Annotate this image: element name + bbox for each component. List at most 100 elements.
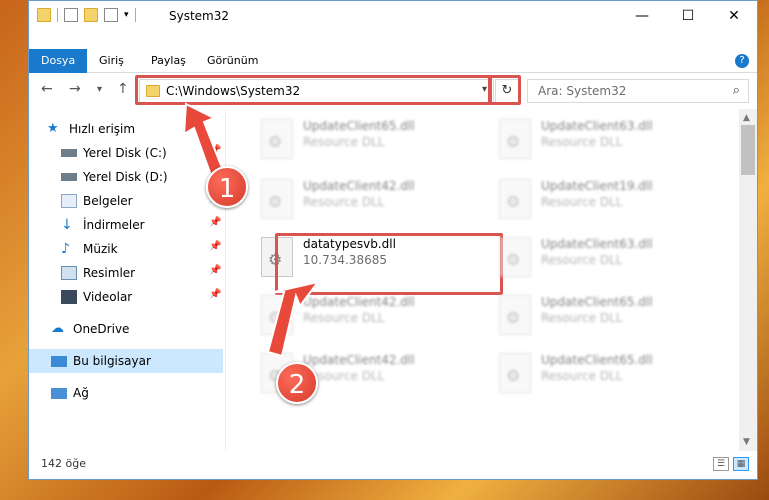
customize-icon[interactable] [104,8,118,22]
chevron-down-icon[interactable]: ▾ [124,10,129,20]
recent-locations-button[interactable]: ▾ [97,84,102,95]
gear-icon: ⚙ [506,366,521,385]
up-button[interactable]: ↑ [117,81,129,97]
sidebar-item-label: Videolar [83,290,133,304]
file-description: Resource DLL [541,195,623,209]
download-icon: ↓ [61,217,73,233]
sidebar-item-resimler[interactable]: Resimler [61,261,135,285]
list-item[interactable]: ⚙ UpdateClient65.dll Resource DLL [487,287,717,343]
list-item[interactable]: ⚙ UpdateClient42.dll Resource DLL [249,171,479,227]
tab-paylas[interactable]: Paylaş [139,49,198,73]
sidebar-item-label: OneDrive [73,322,130,336]
file-name: UpdateClient63.dll [541,119,653,133]
list-item[interactable]: ⚙ UpdateClient65.dll Resource DLL [249,111,479,167]
file-name: UpdateClient42.dll [303,353,415,367]
file-description: Resource DLL [541,135,623,149]
file-highlight-box [275,233,503,295]
pin-icon[interactable]: 📌 [209,265,221,276]
search-input[interactable]: Ara: System32 ⌕ [527,79,749,103]
sidebar-item-label: İndirmeler [83,218,145,232]
back-button[interactable]: ← [41,81,53,97]
sidebar-item-label: Hızlı erişim [69,122,136,136]
folder-icon [37,8,51,22]
pin-icon[interactable]: 📌 [209,241,221,252]
explorer-window: ▾ System32 — ☐ ✕ Dosya Giriş Paylaş Görü… [28,0,758,480]
sidebar-item-belgeler[interactable]: Belgeler [61,189,133,213]
file-name: UpdateClient19.dll [541,179,653,193]
dll-file-icon: ⚙ [499,179,531,219]
gear-icon: ⚙ [268,192,283,211]
help-icon[interactable]: ? [735,54,749,68]
dll-file-icon: ⚙ [261,179,293,219]
forward-button[interactable]: → [69,81,81,97]
item-count: 142 öğe [41,457,86,470]
sidebar-item-videolar[interactable]: Videolar [61,285,132,309]
navigation-pane: ★ Hızlı erişim Yerel Disk (C:) 📌 Yerel D… [29,111,224,451]
pin-icon[interactable]: 📌 [209,145,221,156]
list-item[interactable]: ⚙ UpdateClient63.dll Resource DLL [487,111,717,167]
dll-file-icon: ⚙ [261,295,293,335]
list-item[interactable]: ⚙ UpdateClient19.dll Resource DLL [487,171,717,227]
gear-icon: ⚙ [506,308,521,327]
file-description: Resource DLL [541,253,623,267]
file-name: UpdateClient42.dll [303,179,415,193]
dll-file-icon: ⚙ [261,119,293,159]
sidebar-item-onedrive[interactable]: ☁ OneDrive [51,317,129,341]
scroll-down-icon[interactable]: ▼ [743,437,750,447]
sidebar-item-quick-access[interactable]: ★ Hızlı erişim [47,117,135,141]
dll-file-icon: ⚙ [499,295,531,335]
tab-gorunum[interactable]: Görünüm [195,49,270,73]
search-placeholder: Ara: System32 [538,84,627,98]
file-name: UpdateClient63.dll [541,237,653,251]
divider [134,8,136,22]
file-description: Resource DLL [541,311,623,325]
view-switcher: ☰ ▦ [713,457,749,471]
sidebar-item-this-pc[interactable]: Bu bilgisayar [29,349,223,373]
dll-file-icon: ⚙ [499,237,531,277]
pin-icon[interactable]: 📌 [209,289,221,300]
pane-divider [225,109,226,451]
documents-icon [61,194,77,208]
drive-icon [61,149,77,157]
file-description: Resource DLL [541,369,623,383]
sidebar-item-label: Yerel Disk (D:) [83,170,168,184]
list-item[interactable]: ⚙ UpdateClient63.dll Resource DLL [487,229,717,285]
properties-icon[interactable] [64,8,78,22]
cloud-icon: ☁ [51,321,64,336]
pictures-icon [61,266,77,280]
search-icon[interactable]: ⌕ [733,83,740,98]
window-title: System32 [169,9,230,23]
tab-giris[interactable]: Giriş [87,49,136,73]
close-button[interactable]: ✕ [711,1,757,31]
sidebar-item-network[interactable]: Ağ [51,381,89,405]
vertical-scrollbar[interactable]: ▲ ▼ [739,109,757,451]
sidebar-item-muzik[interactable]: ♪ Müzik [61,237,118,261]
callout-1: 1 [206,166,248,208]
window-controls: — ☐ ✕ [619,1,757,31]
scroll-up-icon[interactable]: ▲ [743,113,750,123]
sidebar-item-indirmeler[interactable]: ↓ İndirmeler [61,213,145,237]
gear-icon: ⚙ [506,192,521,211]
file-description: Resource DLL [303,311,385,325]
video-icon [61,290,77,304]
pin-icon[interactable]: 📌 [209,217,221,228]
list-item[interactable]: ⚙ UpdateClient65.dll Resource DLL [487,345,717,401]
sidebar-item-label: Müzik [83,242,118,256]
new-folder-icon[interactable] [84,8,98,22]
scroll-thumb[interactable] [741,125,755,175]
sidebar-item-drive-d[interactable]: Yerel Disk (D:) [61,165,168,189]
details-view-button[interactable]: ☰ [713,457,729,471]
dll-file-icon: ⚙ [499,353,531,393]
tiles-view-button[interactable]: ▦ [733,457,749,471]
dll-file-icon: ⚙ [499,119,531,159]
maximize-button[interactable]: ☐ [665,1,711,31]
sidebar-item-drive-c[interactable]: Yerel Disk (C:) [61,141,167,165]
sidebar-item-label: Bu bilgisayar [73,354,151,368]
quick-access-toolbar: ▾ [37,8,136,22]
callout-2: 2 [276,362,318,404]
file-description: Resource DLL [303,195,385,209]
minimize-button[interactable]: — [619,1,665,31]
music-icon: ♪ [61,241,70,257]
list-item[interactable]: ⚙ UpdateClient42.dll Resource DLL [249,287,479,343]
tab-dosya[interactable]: Dosya [29,49,88,73]
